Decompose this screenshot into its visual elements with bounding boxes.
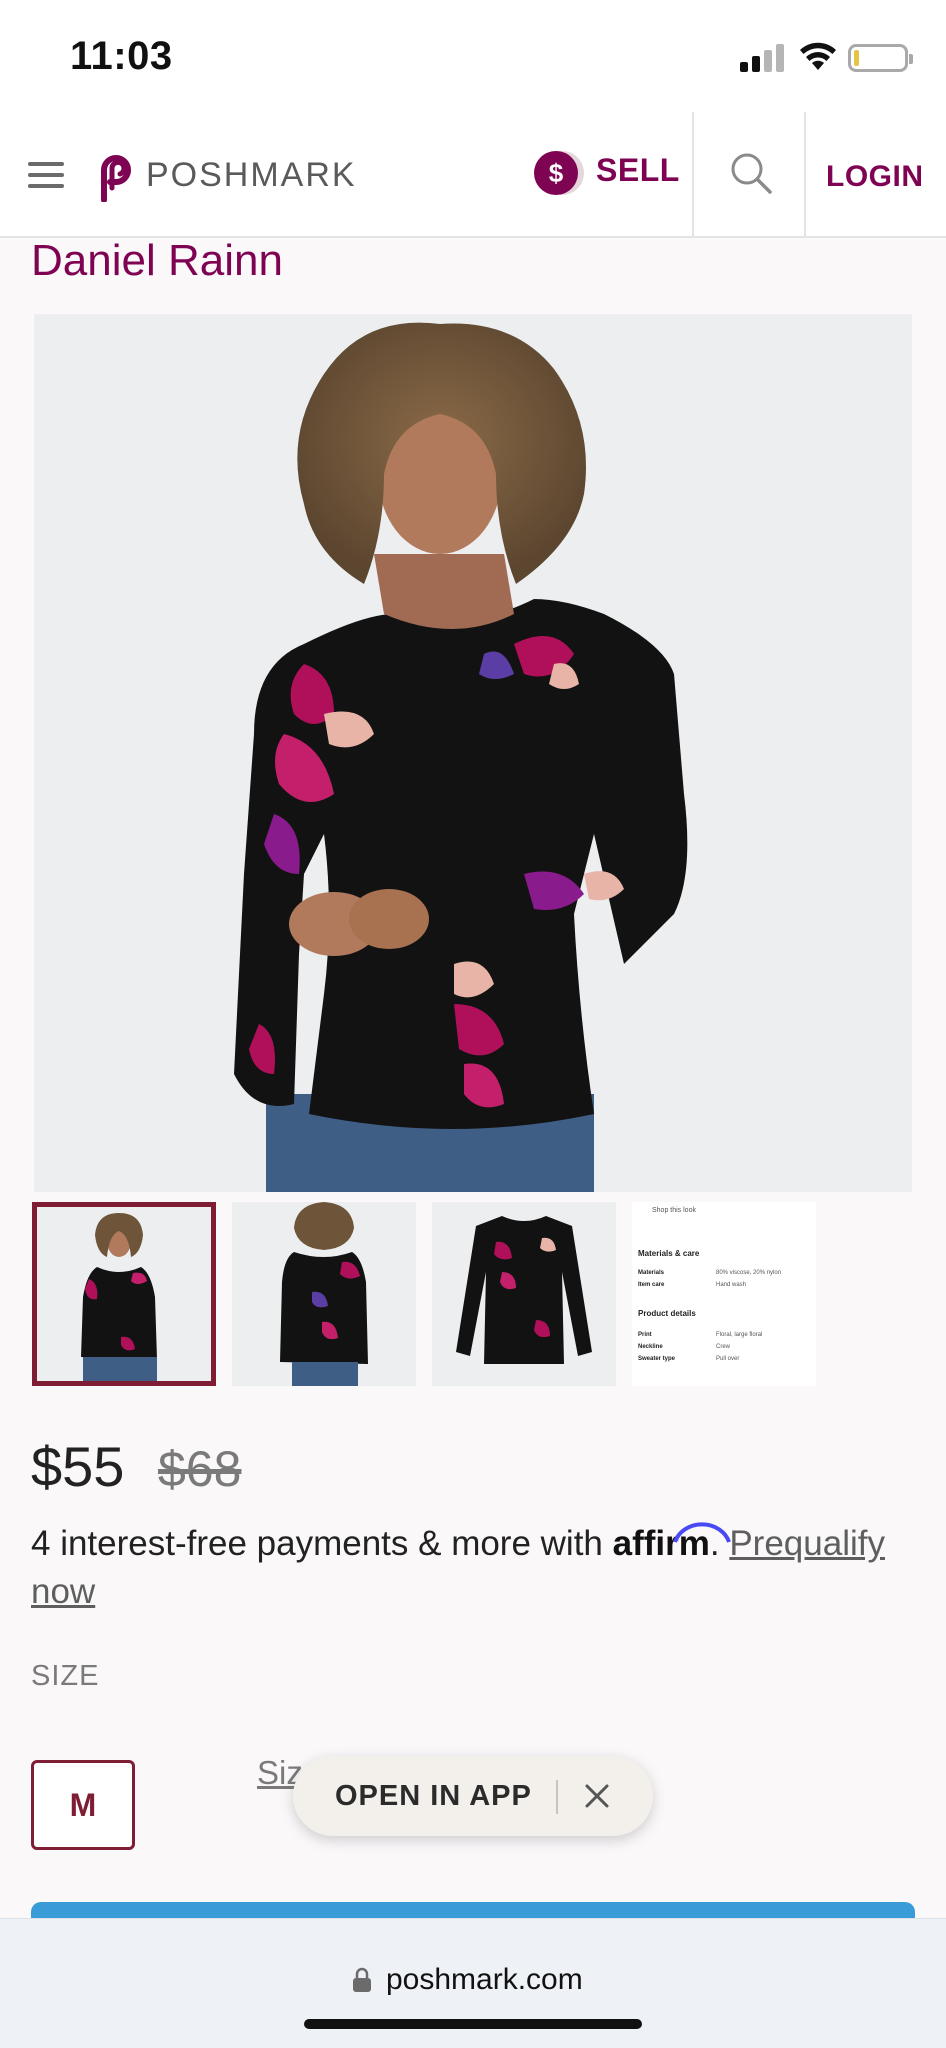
thumbnail-front[interactable] xyxy=(32,1202,216,1386)
doc-materials-label: Materials xyxy=(638,1270,665,1276)
url-text[interactable]: poshmark.com xyxy=(386,1963,583,1997)
size-heading: SIZE xyxy=(31,1660,100,1692)
battery-icon xyxy=(848,44,913,72)
affirm-arc-icon xyxy=(672,1522,731,1543)
close-icon[interactable] xyxy=(581,1780,613,1812)
status-time: 11:03 xyxy=(70,34,173,78)
doc-neckline-label: Neckline xyxy=(638,1344,663,1350)
doc-neckline-value: Crew xyxy=(716,1344,731,1350)
product-page: 11:03 POSHMARK $ SELL LOGIN Daniel Rainn… xyxy=(0,0,946,2048)
current-price: $55 xyxy=(31,1435,125,1498)
search-icon[interactable] xyxy=(728,150,774,196)
poshmark-logo-icon[interactable] xyxy=(90,148,136,202)
login-button[interactable]: LOGIN xyxy=(826,160,924,194)
main-product-image[interactable] xyxy=(34,314,912,1192)
thumbnail-details[interactable]: Shop this look Materials & care Material… xyxy=(632,1202,816,1386)
menu-icon[interactable] xyxy=(28,162,64,188)
open-in-app-button[interactable]: OPEN IN APP xyxy=(335,1780,532,1813)
doc-sweater-label: Sweater type xyxy=(638,1356,676,1362)
doc-materials-value: 80% viscose, 20% nylon xyxy=(716,1270,781,1276)
cellular-signal-icon xyxy=(740,42,786,72)
sell-button[interactable]: SELL xyxy=(596,152,680,189)
affirm-logo: affirm xyxy=(613,1520,731,1568)
wifi-icon xyxy=(800,42,836,70)
model-photo-illustration xyxy=(34,314,912,1192)
browser-address-bar: poshmark.com xyxy=(0,1918,946,2048)
site-header: POSHMARK $ SELL LOGIN xyxy=(0,112,946,238)
thumbnail-back[interactable] xyxy=(232,1202,416,1386)
doc-details-heading: Product details xyxy=(638,1309,696,1318)
original-price: $68 xyxy=(158,1441,242,1497)
doc-care-label: Item care xyxy=(638,1282,665,1288)
doc-care-value: Hand wash xyxy=(716,1282,746,1288)
open-in-app-banner: OPEN IN APP xyxy=(293,1756,653,1836)
doc-print-label: Print xyxy=(638,1332,652,1338)
home-indicator[interactable] xyxy=(304,2019,642,2029)
status-bar: 11:03 xyxy=(0,0,946,112)
lock-icon xyxy=(353,1967,371,1992)
sell-coin-symbol: $ xyxy=(549,158,564,188)
thumbnail-strip: Shop this look Materials & care Material… xyxy=(32,1202,912,1386)
open-in-app-divider xyxy=(556,1780,558,1814)
poshmark-wordmark[interactable]: POSHMARK xyxy=(146,156,357,195)
sell-coin-icon[interactable]: $ xyxy=(532,148,586,198)
thumbnail-flat[interactable] xyxy=(432,1202,616,1386)
brand-link[interactable]: Daniel Rainn xyxy=(31,236,283,286)
header-divider xyxy=(692,112,694,238)
size-option-m[interactable]: M xyxy=(31,1760,135,1850)
doc-sweater-value: Pull over xyxy=(716,1356,739,1362)
doc-print-value: Floral, large floral xyxy=(716,1332,762,1338)
affirm-financing-text: 4 interest-free payments & more with aff… xyxy=(31,1520,921,1616)
doc-shop-look: Shop this look xyxy=(652,1207,696,1214)
header-divider xyxy=(804,112,806,238)
doc-materials-heading: Materials & care xyxy=(638,1249,700,1258)
affirm-description: 4 interest-free payments & more with xyxy=(31,1524,613,1563)
